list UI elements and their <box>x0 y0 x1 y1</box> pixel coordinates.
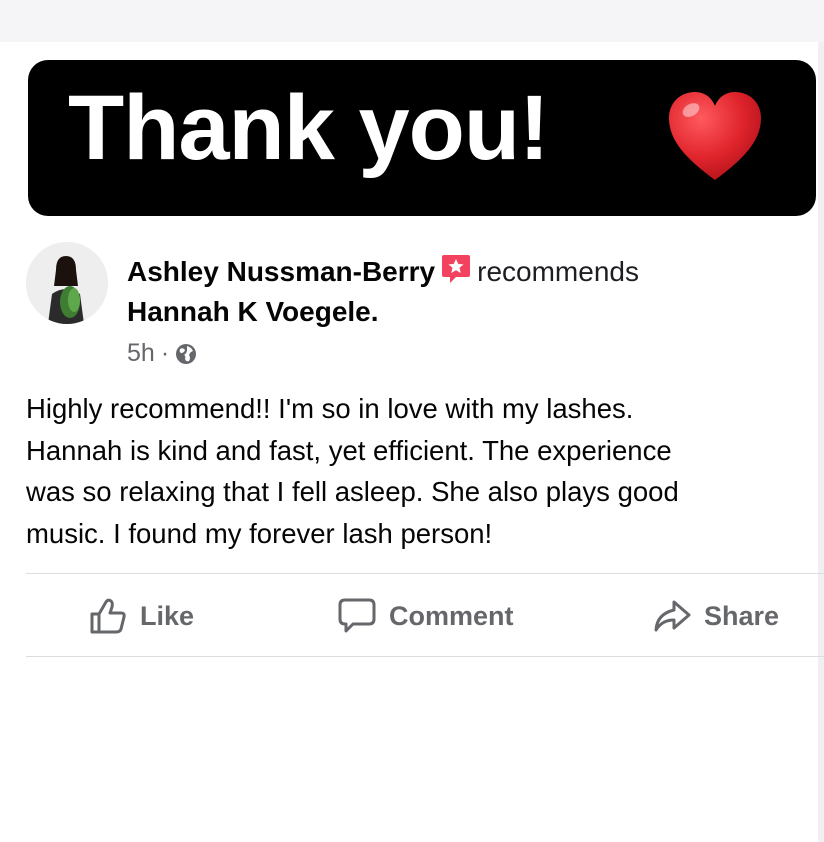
banner-text: Thank you! <box>68 77 550 179</box>
comment-bubble-icon <box>338 598 376 633</box>
author-name[interactable]: Ashley Nussman-Berry <box>127 256 435 287</box>
share-button[interactable]: Share <box>652 596 779 636</box>
divider-bottom <box>26 656 824 657</box>
right-edge <box>818 42 824 842</box>
divider-top <box>26 573 824 574</box>
avatar[interactable] <box>26 242 108 324</box>
avatar-image <box>26 242 108 324</box>
post-body-line: music. I found my forever lash person! <box>26 517 493 549</box>
globe-icon[interactable] <box>175 343 197 365</box>
like-label: Like <box>140 600 195 631</box>
recommends-text: recommends <box>477 256 639 287</box>
heart-emoji-icon <box>669 92 761 180</box>
comment-button[interactable]: Comment <box>337 596 514 636</box>
recommendation-badge-icon <box>442 255 471 283</box>
meta-separator: · <box>160 339 170 367</box>
like-button[interactable]: Like <box>88 596 194 636</box>
top-strip <box>0 0 824 42</box>
share-label: Share <box>704 600 780 631</box>
post-header: Ashley Nussman-Berry recommends <box>127 253 639 289</box>
post-time[interactable]: 5h <box>127 339 155 368</box>
post-meta: 5h · <box>127 339 197 368</box>
post-body-line: was so relaxing that I fell asleep. She … <box>26 476 679 507</box>
post-body-line: Hannah is kind and fast, yet efficient. … <box>26 434 672 466</box>
post-body-line: Highly recommend!! I'm so in love with m… <box>26 393 634 424</box>
share-arrow-icon <box>654 600 691 632</box>
like-thumb-icon <box>90 598 126 634</box>
recommended-page-name[interactable]: Hannah K Voegele. <box>127 295 379 329</box>
post-body: Highly recommend!! I'm so in love with m… <box>26 388 806 554</box>
comment-label: Comment <box>389 600 514 631</box>
